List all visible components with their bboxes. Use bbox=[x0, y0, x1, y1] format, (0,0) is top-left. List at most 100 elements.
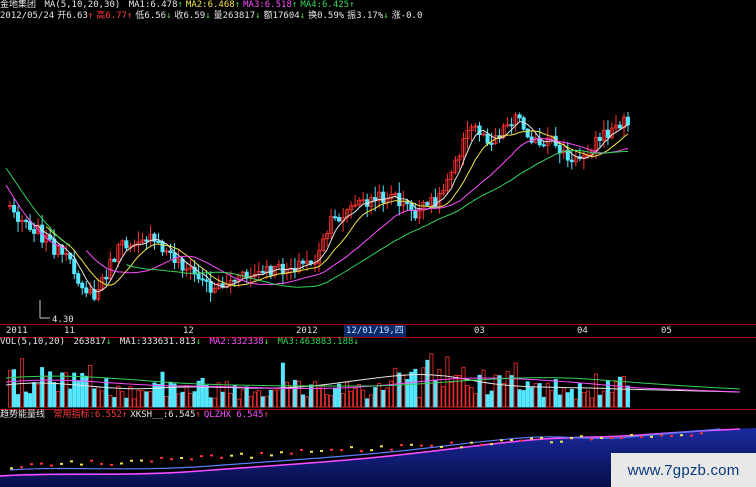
indicator-marker bbox=[60, 462, 63, 465]
volume-bar bbox=[64, 372, 69, 408]
volume-bar bbox=[92, 388, 97, 408]
volume-bar bbox=[369, 394, 374, 408]
candle-body bbox=[308, 260, 313, 264]
volume-bar bbox=[549, 390, 554, 408]
indicator-marker bbox=[250, 456, 253, 459]
volume-bar bbox=[36, 384, 41, 408]
indicator-marker bbox=[500, 439, 503, 442]
volume-bar bbox=[164, 396, 169, 408]
volume-bar bbox=[589, 397, 594, 408]
volume-bar bbox=[180, 391, 185, 408]
volume-bar bbox=[132, 398, 137, 408]
indicator-name: 趋势能量线 bbox=[0, 410, 46, 420]
volume-bar bbox=[96, 386, 101, 408]
indicator-marker bbox=[680, 434, 683, 437]
indicator-marker bbox=[340, 449, 343, 452]
candle-body bbox=[144, 239, 149, 242]
volume-bar bbox=[224, 381, 229, 408]
tick-04: 04 bbox=[577, 326, 588, 336]
candle-body bbox=[180, 258, 185, 271]
volume-bar bbox=[264, 395, 269, 408]
volume-bar bbox=[248, 395, 253, 408]
ma-label: MA(5,10,20,30) bbox=[44, 0, 121, 10]
volume-bar bbox=[373, 387, 378, 408]
volume-bar bbox=[377, 383, 382, 408]
indicator-marker bbox=[650, 435, 653, 438]
volume-bar bbox=[160, 371, 165, 408]
volume-bar bbox=[140, 390, 145, 408]
candle-body bbox=[413, 209, 418, 219]
volume-bar bbox=[329, 395, 334, 408]
volume-bar bbox=[136, 389, 141, 408]
volume-bar bbox=[272, 389, 277, 408]
volume-bar bbox=[184, 385, 189, 408]
indicator-marker bbox=[580, 435, 583, 438]
indicator-field-2: XKSH__:6.545↑ bbox=[130, 410, 201, 420]
volume-bar bbox=[8, 370, 13, 408]
candle-body bbox=[76, 273, 81, 284]
volume-bar bbox=[296, 380, 301, 408]
volume-bar bbox=[228, 392, 233, 408]
volume-bar bbox=[485, 394, 490, 408]
volume-bar bbox=[212, 397, 217, 408]
indicator-marker bbox=[610, 437, 613, 440]
quote-field-3: 高6.77↑ bbox=[96, 11, 133, 21]
volume-bar bbox=[361, 389, 366, 408]
candle-body bbox=[381, 191, 386, 203]
tick-2012: 2012 bbox=[296, 326, 318, 336]
candle-body bbox=[485, 133, 490, 144]
indicator-marker bbox=[410, 443, 413, 446]
volume-bar bbox=[52, 382, 57, 408]
volume-bar bbox=[397, 372, 402, 408]
volume-bar bbox=[453, 374, 458, 408]
volume-bar bbox=[473, 393, 478, 408]
vol-ma1: MA1:333631.813↓ bbox=[119, 337, 202, 347]
candle-body bbox=[12, 205, 17, 213]
volume-bar bbox=[573, 398, 578, 408]
volume-bar bbox=[441, 386, 446, 408]
tick-2011: 2011 bbox=[6, 326, 28, 336]
volume-bar bbox=[44, 375, 49, 408]
indicator-marker bbox=[420, 444, 423, 447]
volume-bar bbox=[521, 390, 526, 408]
volume-bar bbox=[120, 391, 125, 408]
indicator-marker bbox=[640, 435, 643, 438]
volume-bar bbox=[16, 394, 21, 408]
volume-bar bbox=[385, 387, 390, 408]
volume-bar bbox=[421, 367, 426, 408]
candle-body bbox=[565, 149, 570, 161]
vol-ma2: MA2:332338↓ bbox=[209, 337, 270, 347]
volume-bar bbox=[304, 396, 309, 408]
volume-bar bbox=[40, 367, 45, 408]
quote-field-2: 开6.63↑ bbox=[57, 11, 94, 21]
volume-bar bbox=[20, 358, 25, 408]
tick-03: 03 bbox=[474, 326, 485, 336]
indicator-marker bbox=[310, 450, 313, 453]
candle-body bbox=[300, 260, 305, 264]
volume-bar bbox=[513, 362, 518, 408]
volume-bar bbox=[276, 389, 281, 408]
ma30-line bbox=[126, 149, 628, 288]
tick-11: 11 bbox=[64, 326, 75, 336]
volume-bar bbox=[393, 367, 398, 408]
volume-bar bbox=[581, 391, 586, 408]
indicator-marker bbox=[430, 444, 433, 447]
volume-bar bbox=[325, 394, 330, 408]
candle-body bbox=[260, 270, 265, 274]
indicator-marker bbox=[390, 448, 393, 451]
ma5-line bbox=[25, 121, 629, 293]
volume-bar bbox=[108, 395, 113, 408]
volume-bar bbox=[461, 366, 466, 408]
indicator-marker bbox=[360, 450, 363, 453]
quote-field-5: 收6.59↓ bbox=[174, 11, 211, 21]
crosshair-date-label: 12/01/19,四 bbox=[344, 325, 406, 337]
volume-bar bbox=[72, 372, 77, 408]
volume-bar bbox=[176, 393, 181, 408]
header-quote-line: 2012/05/24 开6.63↑ 高6.77↑ 低6.56↓ 收6.59↓ 量26381… bbox=[0, 11, 425, 22]
volume-bar bbox=[609, 391, 614, 408]
volume-bar bbox=[353, 388, 358, 408]
candle-body bbox=[72, 258, 77, 275]
candle-body bbox=[112, 258, 117, 262]
vol-ma3: MA3:463883.188↓ bbox=[277, 337, 359, 347]
indicator-marker bbox=[240, 452, 243, 455]
